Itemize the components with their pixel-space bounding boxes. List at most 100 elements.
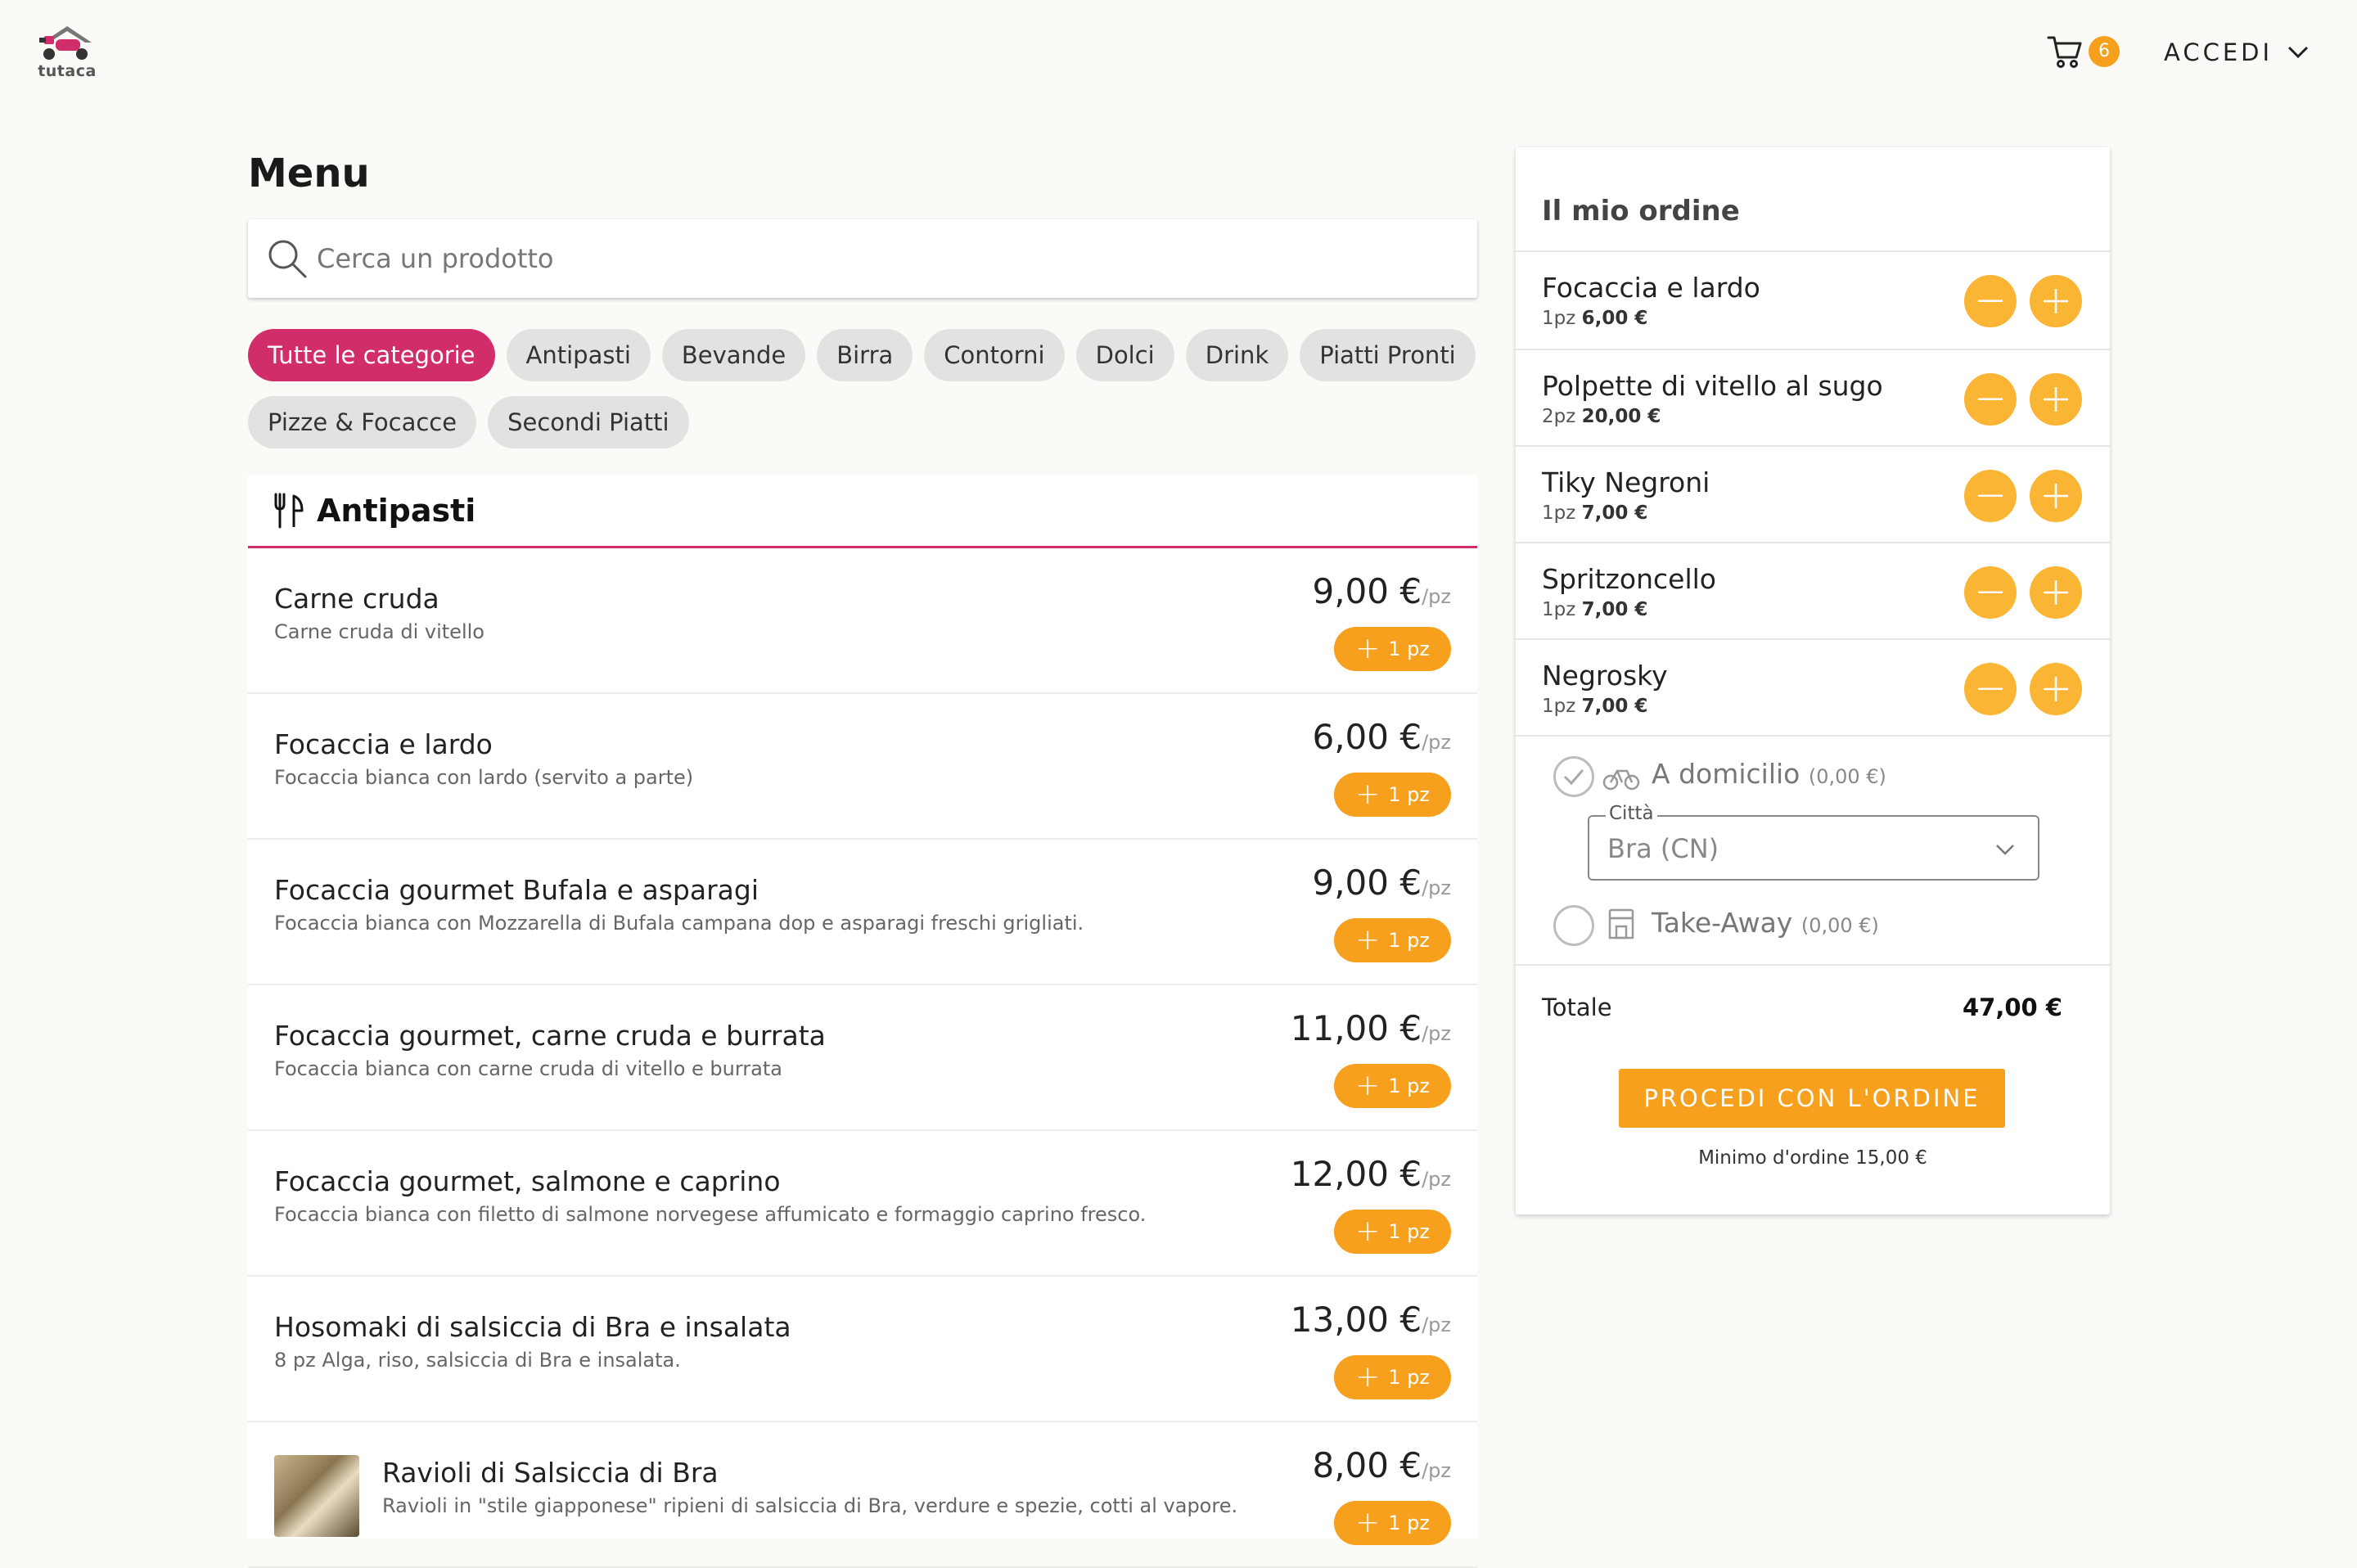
order-item-detail: 1pz 7,00 € <box>1542 696 1648 717</box>
order-panel: Il mio ordine Focaccia e lardo 1pz 6,00 … <box>1516 147 2110 1214</box>
menu-item: Carne cruda Carne cruda di vitello 9,00 … <box>248 548 1477 694</box>
menu-item: Focaccia e lardo Focaccia bianca con lar… <box>248 694 1477 840</box>
plus-icon: + <box>1355 923 1381 957</box>
search-input[interactable] <box>315 242 1444 275</box>
scooter-logo-icon <box>39 26 92 60</box>
plus-icon: + <box>1355 1214 1381 1248</box>
cart-count-badge: 6 <box>2089 36 2120 67</box>
item-thumbnail[interactable] <box>274 1455 359 1537</box>
delivery-option-label[interactable]: A domicilio (0,00 €) <box>1652 758 1886 790</box>
plus-icon <box>2044 580 2068 605</box>
increase-quantity-button[interactable] <box>2030 566 2082 619</box>
add-to-cart-button[interactable]: +1 pz <box>1334 627 1451 671</box>
decrease-quantity-button[interactable] <box>1964 275 2017 327</box>
increase-quantity-button[interactable] <box>2030 373 2082 426</box>
item-description: Focaccia bianca con carne cruda di vitel… <box>274 1057 782 1080</box>
item-price: 11,00 €/pz <box>1290 1008 1451 1048</box>
delivery-radio[interactable] <box>1553 756 1594 797</box>
category-filter: Tutte le categorie Antipasti Bevande Bir… <box>248 329 1492 448</box>
increase-quantity-button[interactable] <box>2030 663 2082 715</box>
decrease-quantity-button[interactable] <box>1964 373 2017 426</box>
add-to-cart-button[interactable]: +1 pz <box>1334 1355 1451 1399</box>
item-name: Ravioli di Salsiccia di Bra <box>382 1457 719 1489</box>
minus-icon <box>1978 687 2003 690</box>
category-chip-drink[interactable]: Drink <box>1185 329 1289 381</box>
category-chip-piatti-pronti[interactable]: Piatti Pronti <box>1300 329 1476 381</box>
plus-icon: + <box>1355 777 1381 811</box>
plus-icon: + <box>1355 1360 1381 1394</box>
order-item-detail: 1pz 6,00 € <box>1542 308 1648 329</box>
item-description: Focaccia bianca con Mozzarella di Bufala… <box>274 912 1084 935</box>
minus-icon <box>1978 591 2003 593</box>
add-to-cart-button[interactable]: +1 pz <box>1334 773 1451 817</box>
plus-icon <box>2044 289 2068 313</box>
menu-item: Focaccia gourmet, salmone e caprino Foca… <box>248 1131 1477 1277</box>
add-to-cart-button[interactable]: +1 pz <box>1334 1501 1451 1545</box>
add-to-cart-button[interactable]: +1 pz <box>1334 1064 1451 1108</box>
item-description: Ravioli in "stile giapponese" ripieni di… <box>382 1494 1238 1517</box>
menu-item: Hosomaki di salsiccia di Bra e insalata … <box>248 1277 1477 1422</box>
item-description: Carne cruda di vitello <box>274 620 484 643</box>
city-select[interactable]: Città Bra (CN) <box>1588 803 2039 881</box>
item-price: 13,00 €/pz <box>1290 1300 1451 1340</box>
menu-item: Focaccia gourmet Bufala e asparagi Focac… <box>248 840 1477 985</box>
order-item-detail: 1pz 7,00 € <box>1542 599 1648 620</box>
search-icon <box>268 240 307 278</box>
item-name: Focaccia gourmet, salmone e caprino <box>274 1165 781 1197</box>
increase-quantity-button[interactable] <box>2030 275 2082 327</box>
section-title: Antipasti <box>317 492 476 529</box>
item-description: Focaccia bianca con filetto di salmone n… <box>274 1203 1147 1226</box>
order-item-detail: 1pz 7,00 € <box>1542 502 1648 524</box>
decrease-quantity-button[interactable] <box>1964 663 2017 715</box>
decrease-quantity-button[interactable] <box>1964 566 2017 619</box>
decrease-quantity-button[interactable] <box>1964 470 2017 522</box>
category-chip-all[interactable]: Tutte le categorie <box>248 329 495 381</box>
increase-quantity-button[interactable] <box>2030 470 2082 522</box>
proceed-order-button[interactable]: PROCEDI CON L'ORDINE <box>1619 1069 2005 1128</box>
login-label: ACCEDI <box>2164 38 2274 66</box>
section-header: Antipasti <box>248 475 1477 548</box>
city-field-label: Città <box>1606 803 1657 824</box>
category-chip-secondi-piatti[interactable]: Secondi Piatti <box>488 396 689 448</box>
order-item-name: Negrosky <box>1542 660 1668 692</box>
item-name: Carne cruda <box>274 583 439 615</box>
item-name: Focaccia gourmet Bufala e asparagi <box>274 874 759 906</box>
item-description: 8 pz Alga, riso, salsiccia di Bra e insa… <box>274 1349 681 1372</box>
cart-icon <box>2047 36 2082 68</box>
tutaca-logo[interactable]: tutaca <box>36 25 98 83</box>
divider <box>1516 964 2110 966</box>
minimum-order-note: Minimo d'ordine 15,00 € <box>1698 1147 1927 1169</box>
category-chip-bevande[interactable]: Bevande <box>661 329 806 381</box>
category-chip-pizze-focacce[interactable]: Pizze & Focacce <box>248 396 477 448</box>
login-dropdown[interactable]: ACCEDI <box>2164 34 2309 70</box>
item-price: 6,00 €/pz <box>1312 717 1451 757</box>
order-line: Polpette di vitello al sugo 2pz 20,00 € <box>1516 350 2110 447</box>
add-to-cart-button[interactable]: +1 pz <box>1334 1210 1451 1254</box>
order-title: Il mio ordine <box>1542 195 1740 228</box>
order-line: Spritzoncello 1pz 7,00 € <box>1516 543 2110 640</box>
bike-icon <box>1602 769 1640 791</box>
takeaway-option-label[interactable]: Take-Away (0,00 €) <box>1652 907 1879 939</box>
item-name: Hosomaki di salsiccia di Bra e insalata <box>274 1311 791 1343</box>
plus-icon: + <box>1355 632 1381 665</box>
order-line: Negrosky 1pz 7,00 € <box>1516 640 2110 737</box>
checkmark-icon <box>1563 769 1584 786</box>
order-item-name: Polpette di vitello al sugo <box>1542 370 1883 402</box>
search-bar[interactable] <box>248 219 1477 298</box>
minus-icon <box>1978 300 2003 302</box>
item-price: 12,00 €/pz <box>1290 1154 1451 1194</box>
order-line: Tiky Negroni 1pz 7,00 € <box>1516 447 2110 543</box>
city-value: Bra (CN) <box>1607 833 1719 864</box>
chevron-down-icon <box>2287 46 2309 59</box>
category-chip-birra[interactable]: Birra <box>817 329 913 381</box>
category-chip-contorni[interactable]: Contorni <box>924 329 1065 381</box>
menu-item: Focaccia gourmet, carne cruda e burrata … <box>248 985 1477 1131</box>
add-to-cart-button[interactable]: +1 pz <box>1334 918 1451 962</box>
takeaway-radio[interactable] <box>1553 905 1594 946</box>
cart-button[interactable]: 6 <box>2046 33 2125 72</box>
item-name: Focaccia e lardo <box>274 728 493 760</box>
divider <box>1516 735 2110 737</box>
cutlery-icon <box>274 493 304 528</box>
category-chip-antipasti[interactable]: Antipasti <box>506 329 651 381</box>
category-chip-dolci[interactable]: Dolci <box>1075 329 1174 381</box>
